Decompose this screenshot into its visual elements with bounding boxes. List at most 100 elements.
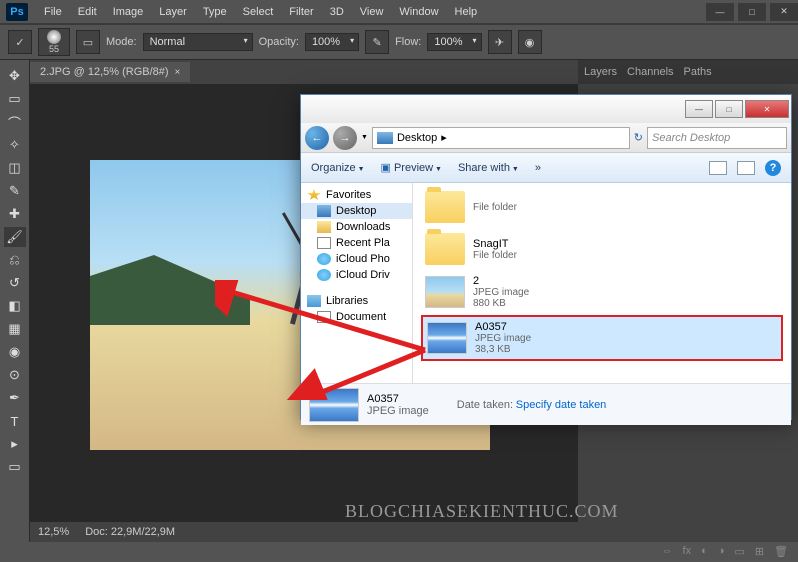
- flow-input[interactable]: 100%: [427, 33, 481, 51]
- menu-image[interactable]: Image: [105, 6, 152, 18]
- window-close-button[interactable]: ✕: [770, 3, 798, 21]
- tab-layers[interactable]: Layers: [584, 66, 617, 78]
- shape-tool-icon[interactable]: ▭: [4, 457, 26, 477]
- search-input[interactable]: Search Desktop: [647, 127, 787, 149]
- window-maximize-button[interactable]: □: [738, 3, 766, 21]
- eraser-tool-icon[interactable]: ◧: [4, 296, 26, 316]
- fx-icon[interactable]: fx: [683, 545, 692, 558]
- crop-tool-icon[interactable]: ◫: [4, 158, 26, 178]
- menu-filter[interactable]: Filter: [281, 6, 321, 18]
- group-icon[interactable]: ▭: [734, 545, 744, 558]
- brush-panel-toggle-icon[interactable]: ▭: [76, 30, 100, 54]
- specify-date-link[interactable]: Specify date taken: [516, 399, 607, 411]
- tools-panel: ✥ ▭ ⌒ ✧ ◫ ✎ ✚ 🖌 ⎌ ↺ ◧ ▦ ◉ ⊙ ✒ T ▸ ▭: [0, 60, 30, 542]
- mask-icon[interactable]: ◐: [701, 545, 708, 558]
- file-list[interactable]: File folder SnagITFile folder 2JPEG imag…: [413, 183, 791, 383]
- menu-type[interactable]: Type: [195, 6, 235, 18]
- tree-icloud-photos[interactable]: iCloud Pho: [301, 251, 412, 267]
- mode-label: Mode:: [106, 36, 137, 48]
- downloads-icon: [317, 221, 331, 233]
- document-tab-bar: 2.JPG @ 12,5% (RGB/8#) ×: [30, 60, 578, 84]
- menu-window[interactable]: Window: [391, 6, 446, 18]
- preview-menu[interactable]: ▣ Preview: [381, 161, 442, 174]
- path-select-icon[interactable]: ▸: [4, 434, 26, 454]
- toolbar-overflow[interactable]: »: [535, 162, 541, 174]
- menu-view[interactable]: View: [352, 6, 392, 18]
- view-options-icon[interactable]: [709, 161, 727, 175]
- menu-edit[interactable]: Edit: [70, 6, 105, 18]
- nav-back-button[interactable]: ←: [305, 126, 329, 150]
- folder-icon: [425, 233, 465, 265]
- new-layer-icon[interactable]: ⊞: [755, 545, 764, 558]
- explorer-minimize-button[interactable]: —: [685, 100, 713, 118]
- list-item[interactable]: File folder: [421, 187, 783, 227]
- preview-pane-icon[interactable]: [737, 161, 755, 175]
- link-layers-icon[interactable]: ⇔: [662, 545, 673, 558]
- address-bar[interactable]: Desktop ▸: [372, 127, 630, 149]
- explorer-maximize-button[interactable]: □: [715, 100, 743, 118]
- app-titlebar: Ps File Edit Image Layer Type Select Fil…: [0, 0, 798, 24]
- help-icon[interactable]: ?: [765, 160, 781, 176]
- menu-select[interactable]: Select: [235, 6, 282, 18]
- menu-3d[interactable]: 3D: [322, 6, 352, 18]
- tree-icloud-drive[interactable]: iCloud Driv: [301, 267, 412, 283]
- layers-panel-footer: ⇔ fx ◐ ◑ ▭ ⊞ 🗑: [662, 545, 788, 558]
- refresh-icon[interactable]: ↻: [634, 131, 643, 144]
- pressure-opacity-icon[interactable]: ✎: [365, 30, 389, 54]
- breadcrumb-arrow-icon[interactable]: ▸: [441, 131, 447, 144]
- list-item-selected[interactable]: A0357JPEG image38,3 KB: [421, 315, 783, 361]
- explorer-close-button[interactable]: ✕: [745, 100, 789, 118]
- image-thumbnail-icon: [427, 322, 467, 354]
- type-tool-icon[interactable]: T: [4, 411, 26, 431]
- history-brush-icon[interactable]: ↺: [4, 273, 26, 293]
- desktop-icon: [377, 132, 393, 144]
- tree-documents[interactable]: Document: [301, 309, 412, 325]
- status-bar: 12,5% Doc: 22,9M/22,9M: [30, 522, 578, 542]
- blur-tool-icon[interactable]: ◉: [4, 342, 26, 362]
- eyedropper-tool-icon[interactable]: ✎: [4, 181, 26, 201]
- organize-menu[interactable]: Organize: [311, 162, 365, 174]
- move-tool-icon[interactable]: ✥: [4, 66, 26, 86]
- menubar: File Edit Image Layer Type Select Filter…: [34, 2, 485, 22]
- trash-icon[interactable]: 🗑: [774, 545, 788, 558]
- tree-libraries[interactable]: Libraries: [301, 293, 412, 309]
- window-minimize-button[interactable]: —: [706, 3, 734, 21]
- tab-close-icon[interactable]: ×: [175, 67, 181, 78]
- file-type: File folder: [473, 202, 517, 213]
- lasso-tool-icon[interactable]: ⌒: [4, 112, 26, 132]
- document-tab[interactable]: 2.JPG @ 12,5% (RGB/8#) ×: [30, 62, 190, 82]
- adjustment-icon[interactable]: ◑: [718, 545, 725, 558]
- tab-paths[interactable]: Paths: [684, 66, 712, 78]
- gradient-tool-icon[interactable]: ▦: [4, 319, 26, 339]
- heal-tool-icon[interactable]: ✚: [4, 204, 26, 224]
- menu-layer[interactable]: Layer: [151, 6, 195, 18]
- share-menu[interactable]: Share with: [458, 162, 519, 174]
- tree-desktop[interactable]: Desktop: [301, 203, 412, 219]
- marquee-tool-icon[interactable]: ▭: [4, 89, 26, 109]
- stamp-tool-icon[interactable]: ⎌: [4, 250, 26, 270]
- brush-tool-icon-side[interactable]: 🖌: [4, 227, 26, 247]
- opacity-input[interactable]: 100%: [305, 33, 359, 51]
- pressure-size-icon[interactable]: ◉: [518, 30, 542, 54]
- address-location: Desktop: [397, 132, 437, 144]
- blend-mode-select[interactable]: Normal: [143, 33, 253, 51]
- wand-tool-icon[interactable]: ✧: [4, 135, 26, 155]
- nav-forward-button[interactable]: →: [333, 126, 357, 150]
- zoom-level[interactable]: 12,5%: [38, 526, 69, 538]
- list-item[interactable]: 2JPEG image880 KB: [421, 271, 783, 313]
- brush-tool-icon[interactable]: ✓: [8, 30, 32, 54]
- tab-channels[interactable]: Channels: [627, 66, 673, 78]
- nav-history-dropdown-icon[interactable]: ▼: [361, 134, 368, 141]
- menu-help[interactable]: Help: [447, 6, 486, 18]
- file-type: JPEG image: [475, 333, 531, 344]
- explorer-titlebar[interactable]: — □ ✕: [301, 95, 791, 123]
- brush-preset-picker[interactable]: 55: [38, 28, 70, 56]
- tree-recent[interactable]: Recent Pla: [301, 235, 412, 251]
- airbrush-icon[interactable]: ✈: [488, 30, 512, 54]
- tree-favorites[interactable]: Favorites: [301, 187, 412, 203]
- dodge-tool-icon[interactable]: ⊙: [4, 365, 26, 385]
- tree-downloads[interactable]: Downloads: [301, 219, 412, 235]
- list-item[interactable]: SnagITFile folder: [421, 229, 783, 269]
- menu-file[interactable]: File: [36, 6, 70, 18]
- pen-tool-icon[interactable]: ✒: [4, 388, 26, 408]
